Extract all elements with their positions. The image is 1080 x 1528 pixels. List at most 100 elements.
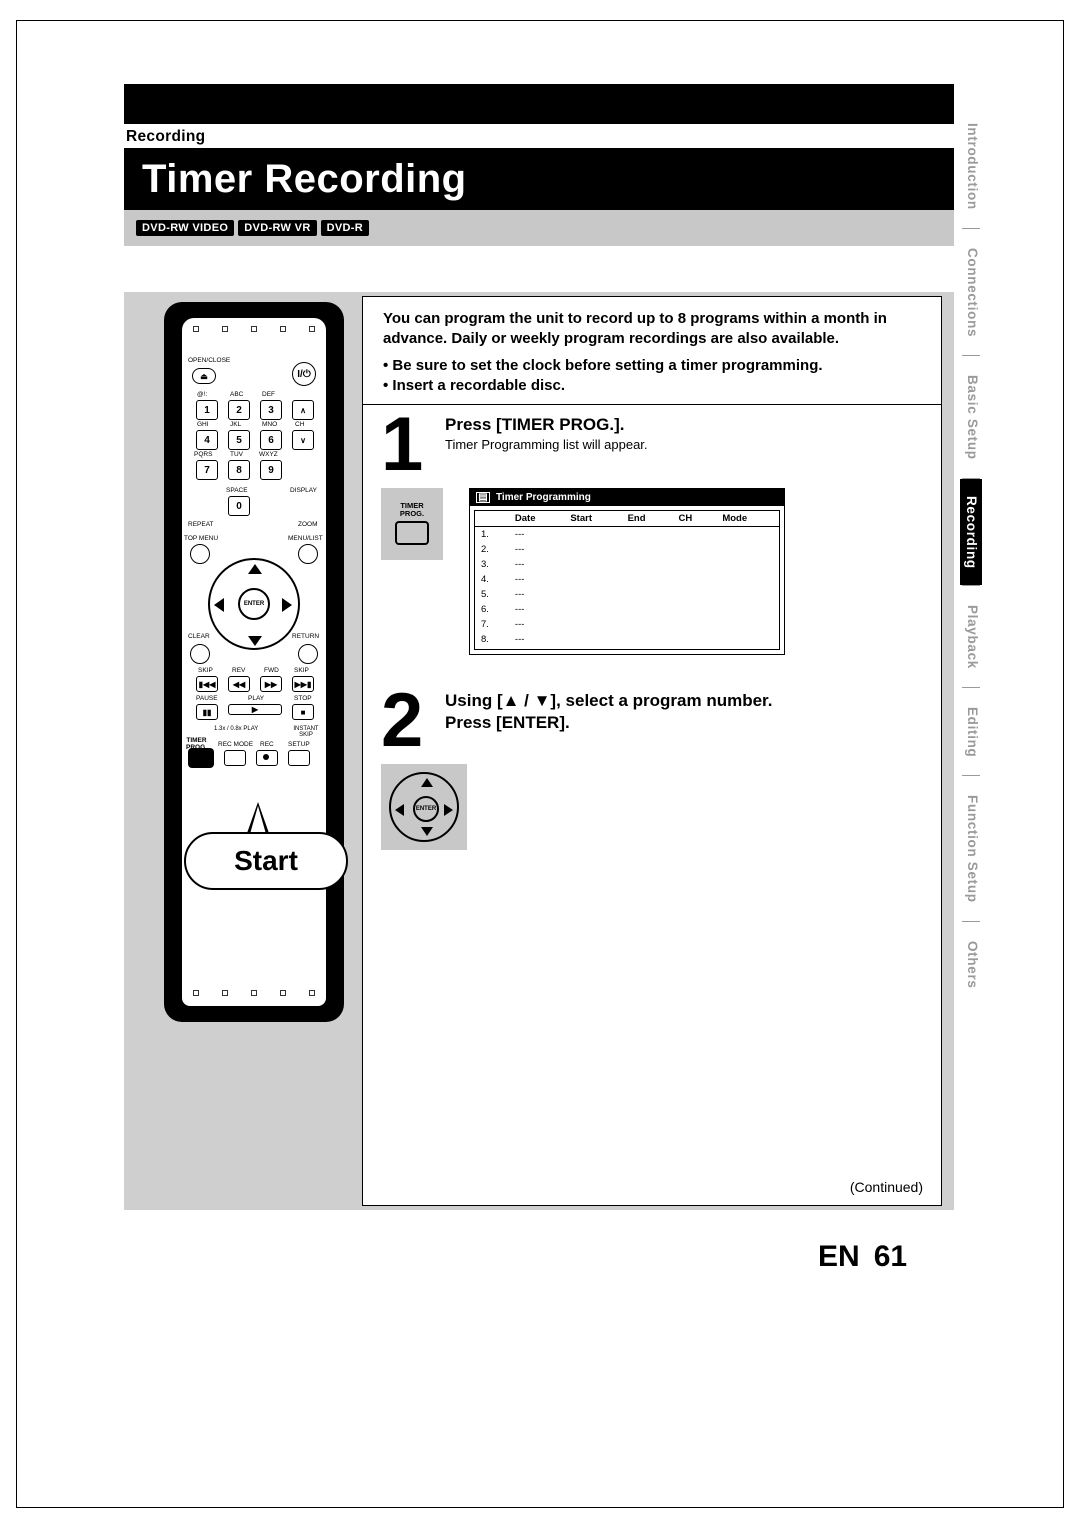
top-decorative-strip	[124, 84, 954, 124]
remote-face: OPEN/CLOSE ⏏ I/⏻ @!: ABC DEF GHI JKL MNO…	[182, 318, 326, 1006]
keypad-9[interactable]: 9	[260, 460, 282, 480]
table-row: 7.---	[475, 617, 779, 632]
enter-button[interactable]: ENTER	[238, 588, 270, 620]
tab-introduction[interactable]: Introduction	[960, 104, 982, 228]
key-3-letters: DEF	[262, 392, 275, 399]
table-row: 8.---	[475, 632, 779, 647]
rev-label: REV	[232, 668, 245, 675]
table-row: 5.---	[475, 587, 779, 602]
step-2-illustration: ENTER	[381, 764, 941, 850]
table-row: 6.---	[475, 602, 779, 617]
ch-label: CH	[295, 422, 304, 429]
top-menu-button[interactable]	[190, 544, 210, 564]
channel-down-button[interactable]: ∨	[292, 430, 314, 450]
setup-button[interactable]	[288, 750, 310, 766]
remote-body: OPEN/CLOSE ⏏ I/⏻ @!: ABC DEF GHI JKL MNO…	[164, 302, 344, 1022]
dpad-up-icon	[248, 564, 262, 574]
start-callout-tail	[246, 802, 270, 836]
dpad-left-icon	[214, 598, 224, 612]
intro-bullet: Insert a recordable disc.	[383, 376, 921, 396]
fwd-label: FWD	[264, 668, 279, 675]
rec-mode-button[interactable]	[224, 750, 246, 766]
timer-prog-button[interactable]	[188, 748, 214, 768]
pause-button[interactable]: ▮▮	[196, 704, 218, 720]
menu-list-button[interactable]	[298, 544, 318, 564]
open-close-button[interactable]: ⏏	[192, 368, 216, 384]
tab-editing[interactable]: Editing	[960, 688, 982, 775]
screen-title-bar: ▤ Timer Programming	[470, 489, 784, 506]
skip-label-r: SKIP	[294, 668, 309, 675]
key-2-letters: ABC	[230, 392, 243, 399]
return-button[interactable]	[298, 644, 318, 664]
col-date: Date	[509, 511, 564, 527]
setup-label: SETUP	[288, 742, 310, 749]
step-2-number: 2	[381, 691, 441, 752]
key-4-letters: GHI	[197, 422, 209, 429]
stop-button[interactable]: ■	[292, 704, 314, 720]
stop-label: STOP	[294, 696, 312, 703]
step-2-title-b: Press [ENTER].	[445, 713, 923, 733]
keypad-4[interactable]: 4	[196, 430, 218, 450]
table-row: 3.---	[475, 557, 779, 572]
keypad-5[interactable]: 5	[228, 430, 250, 450]
skip-label-l: SKIP	[198, 668, 213, 675]
skip-fwd-button[interactable]: ▶▶▮	[292, 676, 314, 692]
keypad-6[interactable]: 6	[260, 430, 282, 450]
table-row: 4.---	[475, 572, 779, 587]
mini-timer-prog-btn-shape	[395, 521, 429, 545]
table-row: 1.---	[475, 526, 779, 542]
tab-others[interactable]: Others	[960, 922, 982, 1007]
content-panel: OPEN/CLOSE ⏏ I/⏻ @!: ABC DEF GHI JKL MNO…	[124, 292, 954, 1210]
keypad-2[interactable]: 2	[228, 400, 250, 420]
rec-mode-label: REC MODE	[218, 742, 253, 749]
key-5-letters: JKL	[230, 422, 241, 429]
step-2: 2 Using [▲ / ▼], select a program number…	[363, 681, 941, 752]
tab-function-setup[interactable]: Function Setup	[960, 776, 982, 921]
side-tabs: Introduction Connections Basic Setup Rec…	[960, 104, 982, 1006]
tab-recording[interactable]: Recording	[960, 479, 982, 585]
step-2-title-a: Using [▲ / ▼], select a program number.	[445, 691, 923, 711]
menu-list-label: MENU/LIST	[288, 536, 323, 543]
rec-dot-icon	[263, 754, 269, 760]
continued-label: (Continued)	[850, 1179, 923, 1195]
play-button[interactable]: ▶	[228, 704, 282, 715]
channel-up-button[interactable]: ∧	[292, 400, 314, 420]
pause-label: PAUSE	[196, 696, 218, 703]
page-title: Timer Recording	[142, 157, 467, 202]
key-9-letters: WXYZ	[259, 452, 278, 459]
page-number: EN61	[818, 1240, 907, 1274]
disc-tag: DVD-RW VIDEO	[136, 220, 234, 236]
mini-timer-prog-label: TIMER PROG.	[400, 502, 424, 517]
keypad-7[interactable]: 7	[196, 460, 218, 480]
keypad-0[interactable]: 0	[228, 496, 250, 516]
instruction-card: You can program the unit to record up to…	[362, 296, 942, 1206]
col-ch: CH	[673, 511, 717, 527]
zoom-label: ZOOM	[298, 522, 318, 529]
step-1-illustration: TIMER PROG. ▤ Timer Programming Date Sta…	[381, 488, 941, 655]
clear-button[interactable]	[190, 644, 210, 664]
screen-title: Timer Programming	[496, 492, 591, 503]
tab-connections[interactable]: Connections	[960, 229, 982, 355]
col-mode: Mode	[716, 511, 779, 527]
disc-tag: DVD-RW VR	[238, 220, 316, 236]
keypad-3[interactable]: 3	[260, 400, 282, 420]
col-end: End	[622, 511, 673, 527]
top-menu-label: TOP MENU	[184, 536, 218, 543]
mini-up-icon	[421, 778, 433, 787]
remote-illustration: OPEN/CLOSE ⏏ I/⏻ @!: ABC DEF GHI JKL MNO…	[164, 302, 344, 1022]
mini-down-icon	[421, 827, 433, 836]
repeat-label: REPEAT	[188, 522, 214, 529]
step-1-sub: Timer Programming list will appear.	[445, 437, 923, 452]
tab-basic-setup[interactable]: Basic Setup	[960, 356, 982, 478]
instant-skip-label: INSTANT SKIP	[286, 726, 326, 738]
table-row: 2.---	[475, 542, 779, 557]
tab-playback[interactable]: Playback	[960, 586, 982, 687]
fast-fwd-button[interactable]: ▶▶	[260, 676, 282, 692]
power-button[interactable]: I/⏻	[292, 362, 316, 386]
rewind-button[interactable]: ◀◀	[228, 676, 250, 692]
keypad-8[interactable]: 8	[228, 460, 250, 480]
skip-back-button[interactable]: ▮◀◀	[196, 676, 218, 692]
mini-left-icon	[395, 804, 404, 816]
key-8-letters: TUV	[230, 452, 243, 459]
keypad-1[interactable]: 1	[196, 400, 218, 420]
